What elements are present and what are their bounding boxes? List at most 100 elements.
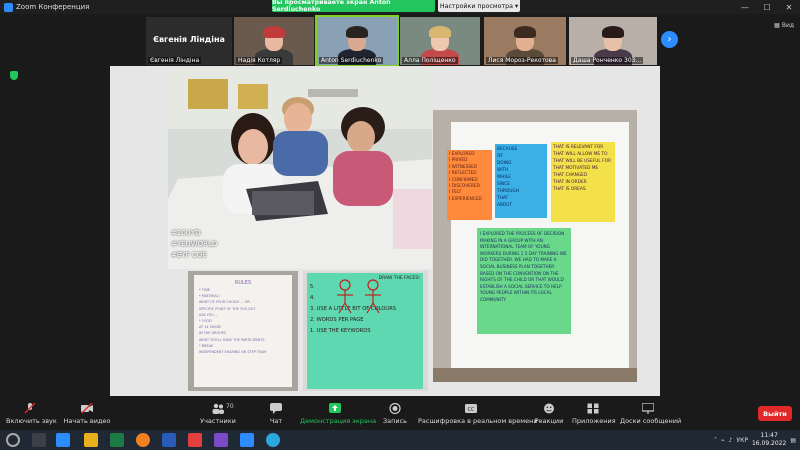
start-button-icon[interactable]	[6, 433, 20, 447]
record-icon	[389, 403, 401, 414]
whiteboard-icon	[642, 403, 654, 414]
sticky-note-blue: BECAUSE OF DOING WITH WHILE SINCE THROUG…	[495, 144, 547, 218]
table-edge	[433, 368, 637, 382]
photo-hashtags: #20UYD #YEUWORLD #EYF COE	[171, 228, 217, 261]
telegram-icon[interactable]	[266, 433, 280, 447]
sticky-line: BECAUSE	[497, 147, 518, 152]
sticky-note-yellow: THAT IS RELEVANT FOR THAT WILL ALLOW ME …	[551, 142, 615, 222]
whiteboards-button[interactable]: Доски сообщений	[620, 403, 681, 429]
camera-off-icon	[81, 403, 93, 414]
participant-hair	[602, 26, 624, 38]
sticky-line: THAT IS RELEVANT FOR	[553, 145, 604, 150]
title-bar: Zoom Конференция Вы просматриваете экран…	[0, 0, 800, 14]
start-video-button[interactable]: Начать видео	[63, 403, 111, 429]
participant-hair	[346, 26, 368, 38]
leave-meeting-button[interactable]: Выйти	[758, 406, 792, 421]
sticky-line: THAT CHANGED	[553, 173, 588, 178]
sticky-line: THAT	[497, 196, 509, 201]
volume-icon[interactable]: ♪	[729, 437, 733, 444]
next-page-button[interactable]: ›	[661, 31, 678, 48]
photo-flipchart-stickies: I EXPLORED I PRIVED I WITNESSED I REFLEC…	[433, 110, 637, 382]
live-transcript-button[interactable]: CC Расшифровка в реальном времени	[418, 403, 538, 429]
mute-audio-button[interactable]: Включить звук	[6, 403, 57, 429]
sticky-note-green: I EXPLORED THE PROCESS OF DECISION MAKIN…	[477, 228, 571, 334]
sticky-line: THROUGH	[497, 189, 519, 194]
emoji-icon	[544, 403, 554, 414]
apps-button[interactable]: Приложения	[572, 403, 616, 429]
view-button[interactable]: ▦ Вид	[774, 22, 794, 29]
pdf-reader-icon[interactable]	[188, 433, 202, 447]
sticky-line: THAT MOTIVATED ME	[553, 166, 599, 171]
photo-rules-flipchart: RULES * TIME * MATERIAL! WHAT OF YOUR CH…	[188, 271, 298, 391]
participant-name: Anton Serdiuchenko	[319, 57, 384, 64]
sticky-line: THAT WILL BE USEFUL FOR	[553, 159, 611, 164]
network-icon[interactable]: ⌁	[721, 437, 725, 444]
maximize-icon[interactable]: ☐	[756, 0, 778, 14]
file-explorer-icon[interactable]	[84, 433, 98, 447]
notifications-icon[interactable]: ▤	[790, 437, 796, 444]
participant-tile-active[interactable]: Anton Serdiuchenko	[315, 15, 399, 67]
toolbar-label: Демонстрация экрана	[300, 417, 377, 425]
photo-green-board: DRAW THE FACES! 5. 4. 3. USE A LITTLE BI…	[303, 271, 428, 391]
view-label: Вид	[781, 22, 794, 29]
firefox-icon[interactable]	[136, 433, 150, 447]
toolbar-label: Начать видео	[63, 417, 111, 425]
sticky-line: WHILE	[497, 175, 511, 180]
meeting-toolbar: Включить звук Начать видео 70 Участники …	[0, 396, 800, 430]
participant-tile[interactable]: Алла Поліщенко	[400, 17, 480, 65]
toolbar-label: Реакции	[534, 417, 564, 425]
clock-time: 11:47	[760, 432, 778, 439]
system-tray: ˄ ⌁ ♪ УКР 11:47 16.09.2022 ▤	[714, 430, 796, 450]
taskbar-clock[interactable]: 11:47 16.09.2022	[752, 432, 786, 448]
chevron-up-icon[interactable]: ˄	[714, 437, 717, 444]
participant-name: Даша Ронченко 303...	[571, 57, 644, 64]
participant-hair	[514, 26, 536, 38]
sticky-line: DOING	[497, 161, 512, 166]
viber-icon[interactable]	[214, 433, 228, 447]
share-screen-button[interactable]: Демонстрация экрана	[300, 403, 377, 429]
chevron-right-icon: ›	[667, 34, 672, 45]
participant-strip: Євгенія Ліндіна Євгенія Ліндіна Надія Ко…	[0, 14, 800, 67]
participant-tile[interactable]: Надія Котляр	[234, 17, 314, 65]
participant-tile[interactable]: Даша Ронченко 303...	[569, 17, 657, 65]
word-icon[interactable]	[162, 433, 176, 447]
view-options-button[interactable]: Настройки просмотра ▾	[438, 0, 520, 12]
reactions-button[interactable]: Реакции	[534, 403, 564, 429]
hashtag: #20UYD	[171, 229, 201, 237]
close-icon[interactable]: ✕	[778, 0, 800, 14]
hashtag: #YEUWORLD	[171, 240, 218, 248]
toolbar-label: Приложения	[572, 417, 616, 425]
rules-title: RULES	[234, 280, 252, 286]
minimize-icon[interactable]: —	[734, 0, 756, 14]
browser-edge-icon[interactable]	[56, 433, 70, 447]
encryption-shield-icon[interactable]	[10, 71, 18, 80]
share-screen-icon	[329, 403, 341, 413]
active-speaker-name: Євгенія Ліндіна	[153, 35, 225, 44]
microphone-muted-icon	[24, 403, 36, 414]
chat-icon	[270, 403, 282, 414]
participant-name: Алла Поліщенко	[402, 57, 458, 64]
toolbar-label: Включить звук	[6, 417, 57, 425]
record-button[interactable]: Запись	[382, 403, 408, 429]
task-view-icon[interactable]	[32, 433, 46, 447]
participant-name: Лися Мороз-Рекотова	[486, 57, 558, 64]
sticky-line: THAT WILL ALLOW ME TO	[553, 152, 608, 157]
hashtag: #EYF COE	[171, 251, 207, 259]
clock-date: 16.09.2022	[751, 440, 787, 447]
toolbar-label: Чат	[269, 417, 283, 425]
participants-button[interactable]: 70 Участники	[198, 403, 238, 429]
excel-icon[interactable]	[110, 433, 124, 447]
window-title: Zoom Конференция	[16, 3, 90, 11]
apps-icon	[587, 403, 599, 414]
chat-button[interactable]: Чат	[262, 403, 290, 429]
participant-name: Надія Котляр	[236, 57, 283, 64]
sticky-line: THAT IS OREAS	[553, 187, 586, 192]
language-indicator[interactable]: УКР	[736, 437, 748, 444]
zoom-logo-icon	[4, 2, 13, 12]
participant-tile[interactable]: Лися Мороз-Рекотова	[484, 17, 566, 65]
zoom-app-icon[interactable]	[240, 433, 254, 447]
participant-tile[interactable]: Євгенія Ліндіна Євгенія Ліндіна	[146, 17, 232, 65]
photo-group-laptop: #20UYD #YEUWORLD #EYF COE	[168, 69, 432, 269]
sticky-note-orange: I EXPLORED I PRIVED I WITNESSED I REFLEC…	[447, 150, 492, 220]
sticky-line: I EXPERIENCED	[449, 196, 482, 202]
